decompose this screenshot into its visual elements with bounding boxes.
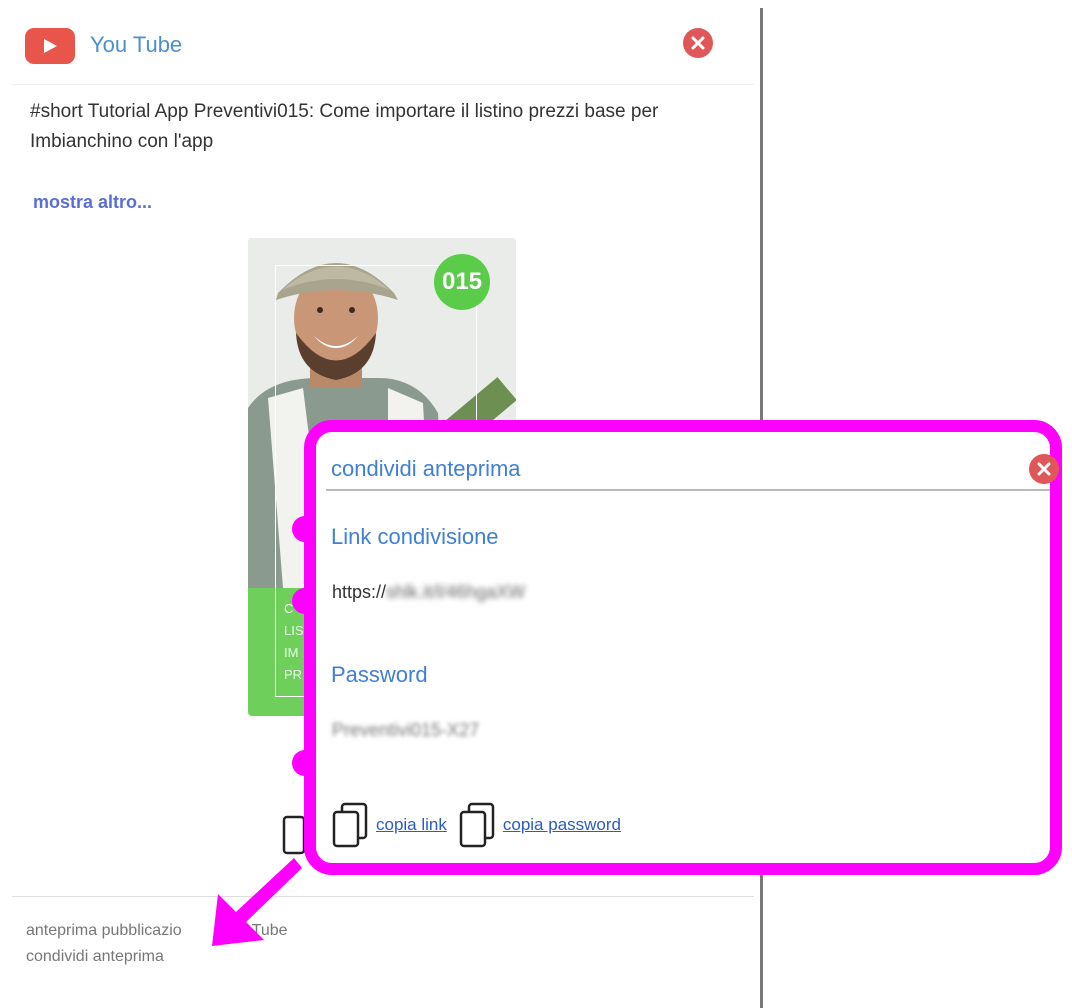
share-link-blurred: shlk.it/l/46hgaXW (386, 582, 526, 602)
close-icon[interactable] (683, 28, 713, 58)
copy-link-button[interactable]: copia link (330, 802, 447, 848)
dialog-title: condividi anteprima (331, 456, 521, 481)
copy-password-label[interactable]: copia password (503, 815, 621, 835)
youtube-play-icon (25, 28, 75, 64)
youtube-title: You Tube (90, 32, 183, 57)
share-link-label: Link condivisione (331, 524, 499, 549)
copy-icon (332, 802, 368, 848)
copy-icon-behind (282, 815, 306, 855)
arrow-annotation-icon (212, 858, 302, 946)
copy-icon (459, 802, 495, 848)
copy-password-button[interactable]: copia password (457, 802, 621, 848)
share-preview-dialog: condividi anteprima Link condivisione ht… (304, 420, 1062, 875)
dialog-actions: copia link copia password (330, 802, 631, 848)
dialog-title-divider (326, 489, 1050, 491)
brand-badge: 015 (434, 254, 490, 310)
post-description: #short Tutorial App Preventivi015: Come … (30, 101, 659, 152)
share-link-value: https://shlk.it/l/46hgaXW (332, 582, 526, 602)
youtube-header: You Tube (12, 6, 754, 85)
close-icon[interactable] (1029, 454, 1059, 484)
footer-line1-start: anteprima pubblicazio (26, 922, 182, 939)
password-label: Password (331, 662, 428, 687)
footer-divider (12, 896, 754, 897)
copy-link-label[interactable]: copia link (376, 815, 447, 835)
show-more-link[interactable]: mostra altro... (33, 192, 152, 213)
password-value: Preventivi015-X27 (332, 720, 480, 740)
